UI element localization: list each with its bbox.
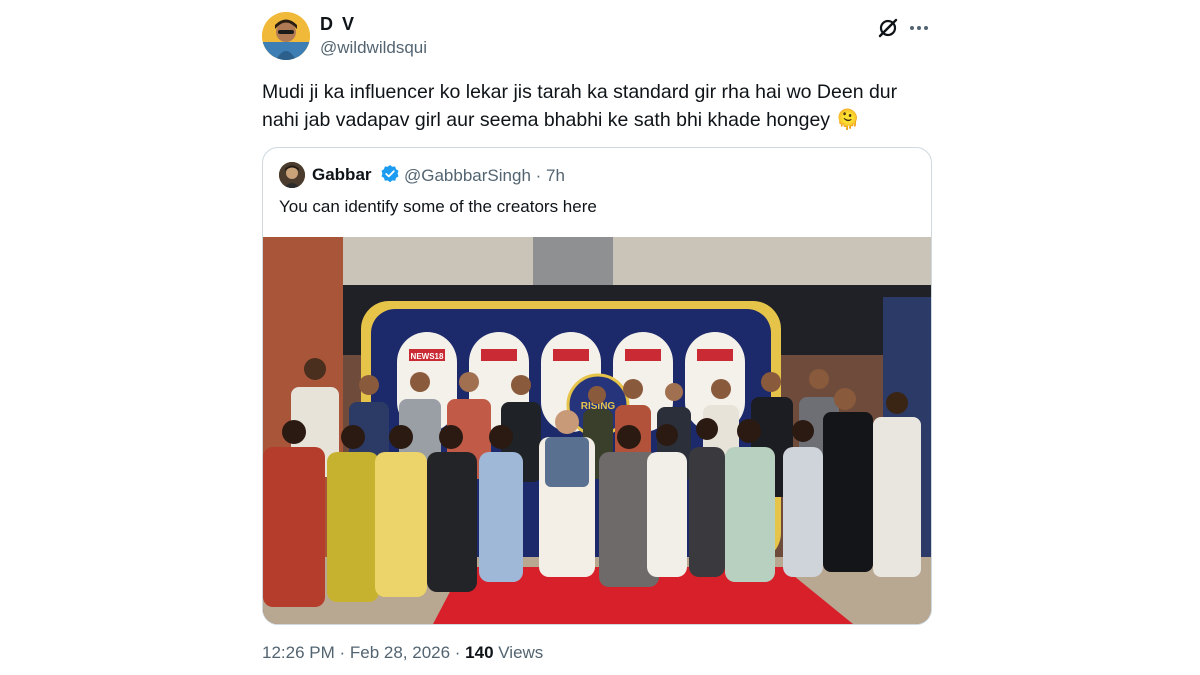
quoted-author-avatar[interactable] [279,162,305,188]
quoted-author-handle[interactable]: @GabbbarSingh · 7h [404,166,565,186]
author-name[interactable]: D V [320,14,356,35]
author-handle[interactable]: @wildwildsqui [320,38,427,58]
quoted-author-name[interactable]: Gabbar [312,165,372,185]
author-avatar[interactable] [262,12,310,60]
grok-icon[interactable] [876,16,900,40]
timestamp[interactable]: 12:26 PM · Feb 28, 2026 · [262,643,465,662]
backdrop-label: NEWS18 [411,352,444,361]
tweet-text: Mudi ji ka influencer ko lekar jis tarah… [262,81,898,131]
quoted-tweet[interactable]: Gabbar @GabbbarSingh · 7h You can identi… [262,147,932,625]
quoted-photo[interactable]: NEWS18 RISING [263,237,931,624]
views-label: Views [493,643,544,662]
quoted-tweet-text: You can identify some of the creators he… [279,197,597,216]
tweet-meta: 12:26 PM · Feb 28, 2026 · 140 Views [262,643,543,663]
views-count: 140 [465,643,494,662]
more-icon[interactable] [906,16,932,40]
verified-badge-icon [380,164,400,184]
